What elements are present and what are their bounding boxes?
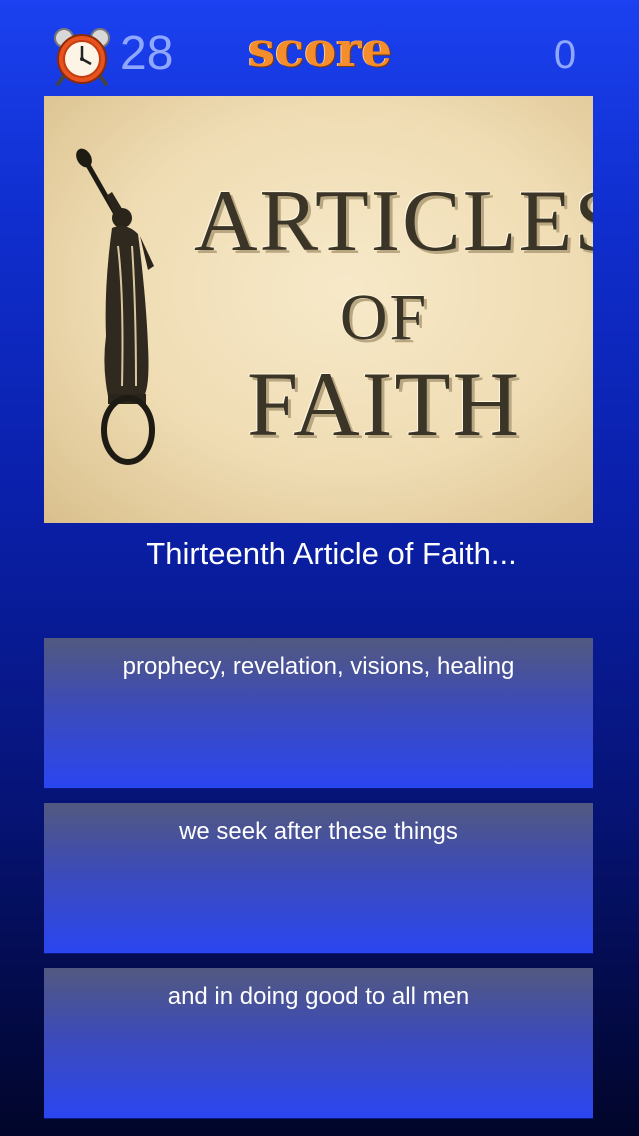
score-title: score <box>247 22 393 78</box>
hero-title-line3: FAITH <box>246 353 522 455</box>
alarm-clock-icon <box>54 28 110 86</box>
timer-value: 28 <box>120 27 174 80</box>
hero-title-line2: OF <box>339 281 429 354</box>
answer-button-1[interactable]: prophecy, revelation, visions, healing <box>44 638 593 788</box>
answer-button-3[interactable]: and in doing good to all men <box>44 968 593 1118</box>
hero-title-line1: ARTICLES <box>194 173 593 270</box>
answer-label: prophecy, revelation, visions, healing <box>122 653 515 680</box>
top-bar: 28 score 0 <box>0 0 639 96</box>
answer-label: and in doing good to all men <box>167 983 470 1010</box>
answer-button-2[interactable]: we seek after these things <box>44 803 593 953</box>
answer-label: we seek after these things <box>179 818 458 845</box>
question-text: Thirteenth Article of Faith... <box>146 536 517 571</box>
score-value: 0 <box>553 33 577 77</box>
question-image: ARTICLES OF FAITH <box>44 96 593 523</box>
